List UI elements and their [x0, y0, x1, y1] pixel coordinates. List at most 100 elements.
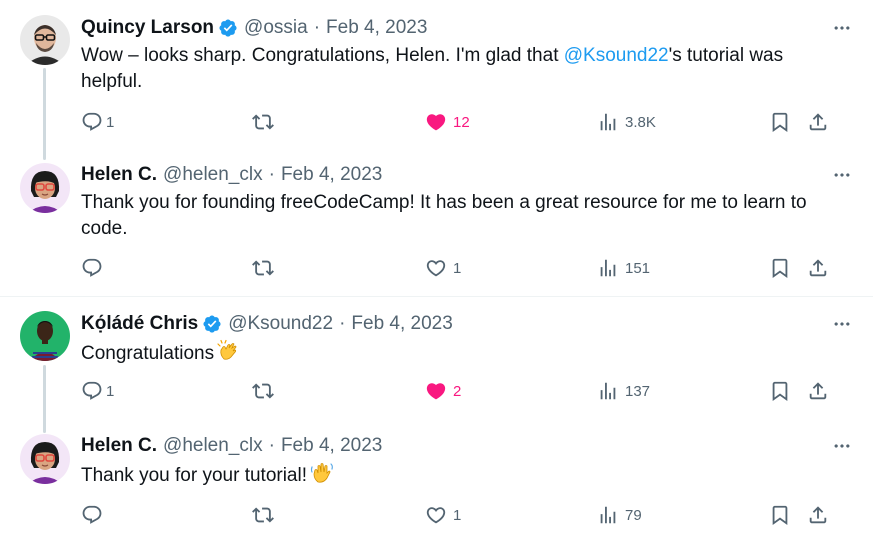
share-icon [807, 380, 829, 402]
retweet-icon [252, 380, 274, 402]
bookmark-button[interactable] [769, 379, 791, 403]
tweet-text: Thank you for founding freeCodeCamp! It … [81, 192, 807, 239]
separator-dot: · [339, 313, 346, 334]
heart-icon [425, 257, 447, 279]
reply-button[interactable] [81, 503, 103, 527]
tweet-text: Wow – looks sharp. Congratulations, Hele… [81, 43, 841, 95]
more-options-icon[interactable] [831, 435, 853, 457]
bookmark-icon [769, 380, 791, 402]
verified-badge-icon[interactable] [218, 18, 238, 38]
share-button[interactable] [807, 110, 829, 134]
reply-count: 1 [106, 113, 115, 131]
view-count: 79 [625, 506, 642, 524]
views-button[interactable]: 151 [597, 256, 650, 280]
retweet-icon [252, 504, 274, 526]
verified-badge-icon[interactable] [202, 314, 222, 334]
tweet-helen-c[interactable]: Helen C. @helen_clx · Feb 4, 2023 Thank … [0, 150, 873, 296]
like-count: 1 [453, 506, 462, 524]
tweet-text-segment: Wow – looks sharp. Congratulations, Hele… [81, 45, 564, 66]
like-button[interactable]: 2 [425, 379, 461, 403]
avatar[interactable] [20, 434, 70, 484]
reply-count: 1 [106, 382, 115, 400]
tweet-date[interactable]: Feb 4, 2023 [281, 164, 382, 186]
tweet-actions: 1 79 [81, 503, 841, 527]
display-name[interactable]: Helen C. [81, 164, 157, 186]
bookmark-button[interactable] [769, 256, 791, 280]
bookmark-icon [769, 257, 791, 279]
reply-icon [81, 111, 103, 133]
display-name[interactable]: Helen C. [81, 435, 157, 457]
view-count: 3.8K [625, 113, 656, 131]
separator-dot: · [268, 435, 275, 456]
retweet-button[interactable] [252, 379, 274, 403]
share-icon [807, 111, 829, 133]
tweet-actions: 1 2 137 [81, 379, 841, 403]
like-count: 1 [453, 259, 462, 277]
views-button[interactable]: 137 [597, 379, 650, 403]
like-button[interactable]: 12 [425, 110, 470, 134]
display-name[interactable]: Quincy Larson [81, 17, 214, 39]
more-options-icon[interactable] [831, 17, 853, 39]
like-count: 2 [453, 382, 462, 400]
share-button[interactable] [807, 379, 829, 403]
mention-link[interactable]: @Ksound22 [564, 45, 669, 66]
tweet-text-segment: Congratulations [81, 343, 215, 364]
tweet-date[interactable]: Feb 4, 2023 [326, 17, 427, 39]
tweet-date[interactable]: Feb 4, 2023 [281, 435, 382, 457]
bookmark-icon [769, 504, 791, 526]
user-handle[interactable]: @ossia [244, 17, 308, 39]
views-bar-chart-icon [597, 504, 619, 526]
waving-hand-emoji [310, 461, 334, 493]
views-bar-chart-icon [597, 380, 619, 402]
heart-filled-icon [425, 380, 447, 402]
retweet-button[interactable] [252, 503, 274, 527]
like-count: 12 [453, 113, 470, 131]
retweet-button[interactable] [252, 256, 274, 280]
more-options-icon[interactable] [831, 164, 853, 186]
retweet-icon [252, 111, 274, 133]
tweet-text-segment: Thank you for your tutorial! [81, 465, 307, 486]
retweet-button[interactable] [252, 110, 274, 134]
tweet-header: Helen C. @helen_clx · Feb 4, 2023 [81, 163, 382, 187]
tweet-text: Thank you for your tutorial! [81, 461, 841, 493]
user-handle[interactable]: @helen_clx [163, 435, 263, 457]
heart-filled-icon [425, 111, 447, 133]
reply-button[interactable]: 1 [81, 110, 114, 134]
tweet-date[interactable]: Feb 4, 2023 [351, 313, 452, 335]
tweet-quincy-larson[interactable]: Quincy Larson @ossia · Feb 4, 2023 Wow –… [0, 0, 873, 150]
view-count: 137 [625, 382, 651, 400]
like-button[interactable]: 1 [425, 503, 461, 527]
avatar[interactable] [20, 15, 70, 65]
share-icon [807, 257, 829, 279]
avatar[interactable] [20, 163, 70, 213]
view-count: 151 [625, 259, 651, 277]
user-handle[interactable]: @Ksound22 [228, 313, 333, 335]
share-button[interactable] [807, 256, 829, 280]
tweet-header: Helen C. @helen_clx · Feb 4, 2023 [81, 434, 382, 458]
tweet-header: Kọ́ládé Chris @Ksound22 · Feb 4, 2023 [81, 312, 453, 336]
like-button[interactable]: 1 [425, 256, 461, 280]
display-name[interactable]: Kọ́ládé Chris [81, 313, 198, 335]
views-bar-chart-icon [597, 257, 619, 279]
views-button[interactable]: 3.8K [597, 110, 656, 134]
reply-button[interactable]: 1 [81, 379, 114, 403]
views-button[interactable]: 79 [597, 503, 642, 527]
reply-button[interactable] [81, 256, 103, 280]
avatar[interactable] [20, 311, 70, 361]
share-button[interactable] [807, 503, 829, 527]
tweet-text: Congratulations [81, 339, 841, 371]
bookmark-button[interactable] [769, 110, 791, 134]
separator-dot: · [313, 17, 321, 38]
more-options-icon[interactable] [831, 313, 853, 335]
tweet-header: Quincy Larson @ossia · Feb 4, 2023 [81, 16, 427, 40]
user-handle[interactable]: @helen_clx [163, 164, 263, 186]
reply-icon [81, 380, 103, 402]
reply-icon [81, 504, 103, 526]
bookmark-button[interactable] [769, 503, 791, 527]
tweet-helen-c-reply[interactable]: Helen C. @helen_clx · Feb 4, 2023 Thank … [0, 421, 873, 543]
tweet-kolade-chris[interactable]: Kọ́ládé Chris @Ksound22 · Feb 4, 2023 Co… [0, 297, 873, 421]
reply-icon [81, 257, 103, 279]
share-icon [807, 504, 829, 526]
tweet-actions: 1 12 3.8K [81, 110, 841, 134]
views-bar-chart-icon [597, 111, 619, 133]
